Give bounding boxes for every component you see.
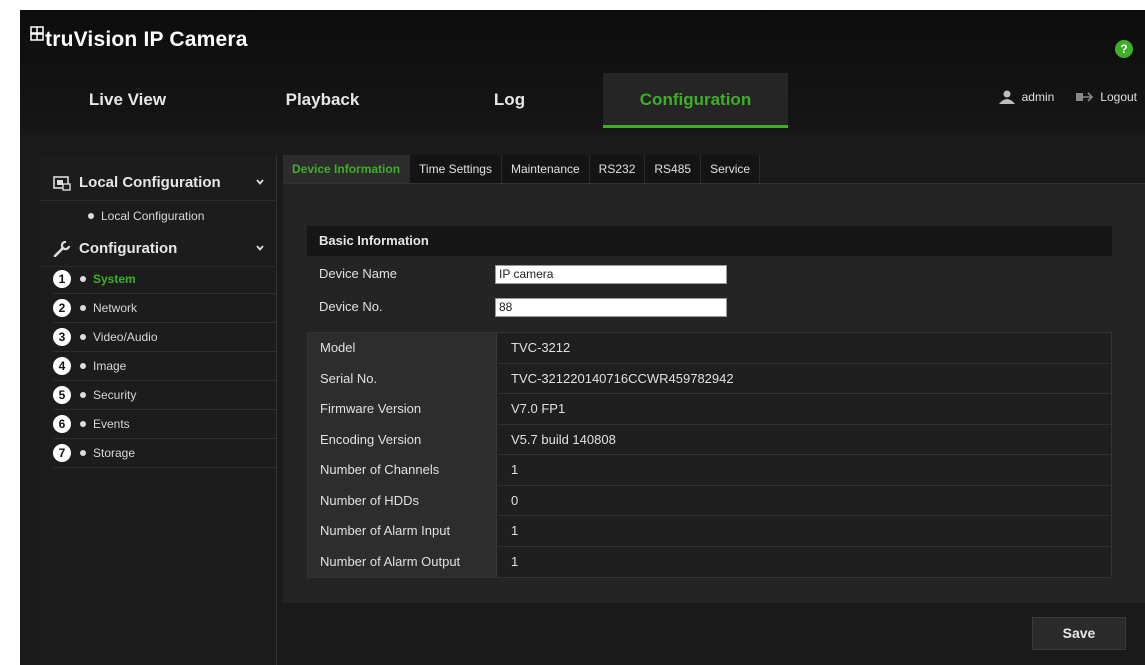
table-row: Number of Alarm Input 1	[308, 516, 1111, 547]
table-row: Encoding Version V5.7 build 140808	[308, 424, 1111, 455]
bullet-icon	[80, 421, 86, 427]
sidebar-item-security[interactable]: 5 Security	[53, 381, 277, 410]
sidebar-item-system[interactable]: 1 System	[53, 265, 277, 294]
logout-icon[interactable]	[1076, 91, 1094, 103]
user-area: admin Logout	[998, 90, 1137, 104]
main-nav: Live View Playback Log Configuration	[35, 73, 815, 128]
sidebar-item-label: Network	[93, 301, 138, 315]
subtab-rs232[interactable]: RS232	[589, 155, 646, 183]
wrench-icon	[53, 240, 71, 257]
tab-playback[interactable]: Playback	[230, 73, 415, 128]
device-no-label: Device No.	[319, 299, 383, 314]
help-icon[interactable]: ?	[1115, 40, 1133, 58]
username: admin	[1021, 90, 1055, 104]
sidebar-item-label: Local Configuration	[101, 209, 205, 223]
callout-number: 7	[53, 444, 71, 462]
bullet-icon	[80, 276, 86, 282]
bullet-icon	[80, 450, 86, 456]
row-key: Firmware Version	[308, 394, 497, 424]
sidebar-item-label: Image	[93, 359, 127, 373]
tab-configuration[interactable]: Configuration	[603, 73, 788, 128]
row-key: Number of Alarm Input	[308, 516, 497, 546]
content-area: Device Information Time Settings Mainten…	[283, 155, 1145, 665]
sidebar-item-network[interactable]: 2 Network	[53, 294, 277, 323]
save-button[interactable]: Save	[1032, 617, 1126, 650]
device-info-table: Model TVC-3212 Serial No. TVC-3212201407…	[307, 332, 1112, 578]
callout-number: 4	[53, 357, 71, 375]
callout-number: 6	[53, 415, 71, 433]
row-value: TVC-3212	[497, 333, 1111, 363]
local-config-icon	[53, 175, 71, 191]
subtab-time-settings[interactable]: Time Settings	[410, 155, 502, 183]
user-icon	[998, 90, 1015, 104]
row-key: Number of HDDs	[308, 485, 497, 515]
local-configuration-label: Local Configuration	[79, 174, 221, 191]
row-value: 0	[497, 485, 1111, 515]
row-value: TVC-321220140716CCWR459782942	[497, 363, 1111, 393]
bullet-icon	[88, 213, 94, 219]
bullet-icon	[80, 334, 86, 340]
local-configuration-group[interactable]: Local Configuration	[40, 165, 277, 201]
row-key: Serial No.	[308, 363, 497, 393]
callout-number: 5	[53, 386, 71, 404]
tab-live-view[interactable]: Live View	[35, 73, 220, 128]
truvision-logo-icon	[30, 26, 44, 41]
callout-number: 3	[53, 328, 71, 346]
app-window: truVision IP Camera ? Live View Playback…	[20, 10, 1145, 665]
table-row: Model TVC-3212	[308, 333, 1111, 364]
row-key: Number of Alarm Output	[308, 546, 497, 577]
bullet-icon	[80, 305, 86, 311]
chevron-down-icon[interactable]	[255, 243, 265, 253]
callout-number: 1	[53, 270, 71, 288]
sub-tabs: Device Information Time Settings Mainten…	[283, 155, 761, 183]
sidebar-item-events[interactable]: 6 Events	[53, 410, 277, 439]
subtab-service[interactable]: Service	[701, 155, 761, 183]
sidebar-item-storage[interactable]: 7 Storage	[53, 439, 277, 468]
sidebar-item-local-configuration[interactable]: Local Configuration	[88, 209, 204, 223]
table-row: Number of HDDs 0	[308, 485, 1111, 516]
sidebar-item-label: Events	[93, 417, 130, 431]
sidebar-item-label: Video/Audio	[93, 330, 158, 344]
row-key: Encoding Version	[308, 424, 497, 454]
row-key: Model	[308, 333, 497, 363]
device-no-input[interactable]: 88	[495, 298, 727, 317]
table-row: Serial No. TVC-321220140716CCWR459782942	[308, 363, 1111, 394]
sidebar-item-image[interactable]: 4 Image	[53, 352, 277, 381]
row-value: V5.7 build 140808	[497, 424, 1111, 454]
table-row: Number of Alarm Output 1	[308, 546, 1111, 577]
sidebar: Local Configuration Local Configuration …	[40, 155, 277, 665]
chevron-down-icon[interactable]	[255, 177, 265, 187]
header: truVision IP Camera ? Live View Playback…	[20, 10, 1145, 135]
row-value: 1	[497, 546, 1111, 577]
bullet-icon	[80, 392, 86, 398]
subtab-rs485[interactable]: RS485	[645, 155, 702, 183]
sidebar-item-video-audio[interactable]: 3 Video/Audio	[53, 323, 277, 352]
configuration-label: Configuration	[79, 240, 178, 257]
bullet-icon	[80, 363, 86, 369]
table-row: Firmware Version V7.0 FP1	[308, 394, 1111, 425]
logout-link[interactable]: Logout	[1100, 90, 1137, 104]
sidebar-item-label: Storage	[93, 446, 136, 460]
tab-log[interactable]: Log	[417, 73, 602, 128]
row-value: 1	[497, 455, 1111, 485]
section-title: Basic Information	[307, 226, 1112, 256]
sidebar-item-label: Security	[93, 388, 137, 402]
device-name-label: Device Name	[319, 266, 398, 281]
subtab-maintenance[interactable]: Maintenance	[501, 155, 590, 183]
brand-logo: truVision IP Camera	[30, 26, 248, 52]
configuration-group[interactable]: Configuration	[40, 231, 277, 267]
subtab-device-information[interactable]: Device Information	[283, 155, 411, 183]
row-value: 1	[497, 516, 1111, 546]
device-information-panel: Basic Information Device Name IP camera …	[283, 183, 1145, 603]
table-row: Number of Channels 1	[308, 455, 1111, 486]
row-value: V7.0 FP1	[497, 394, 1111, 424]
sidebar-item-label: System	[93, 272, 136, 286]
row-key: Number of Channels	[308, 455, 497, 485]
brand-title: truVision IP Camera	[45, 28, 248, 51]
callout-number: 2	[53, 299, 71, 317]
device-name-input[interactable]: IP camera	[495, 265, 727, 284]
